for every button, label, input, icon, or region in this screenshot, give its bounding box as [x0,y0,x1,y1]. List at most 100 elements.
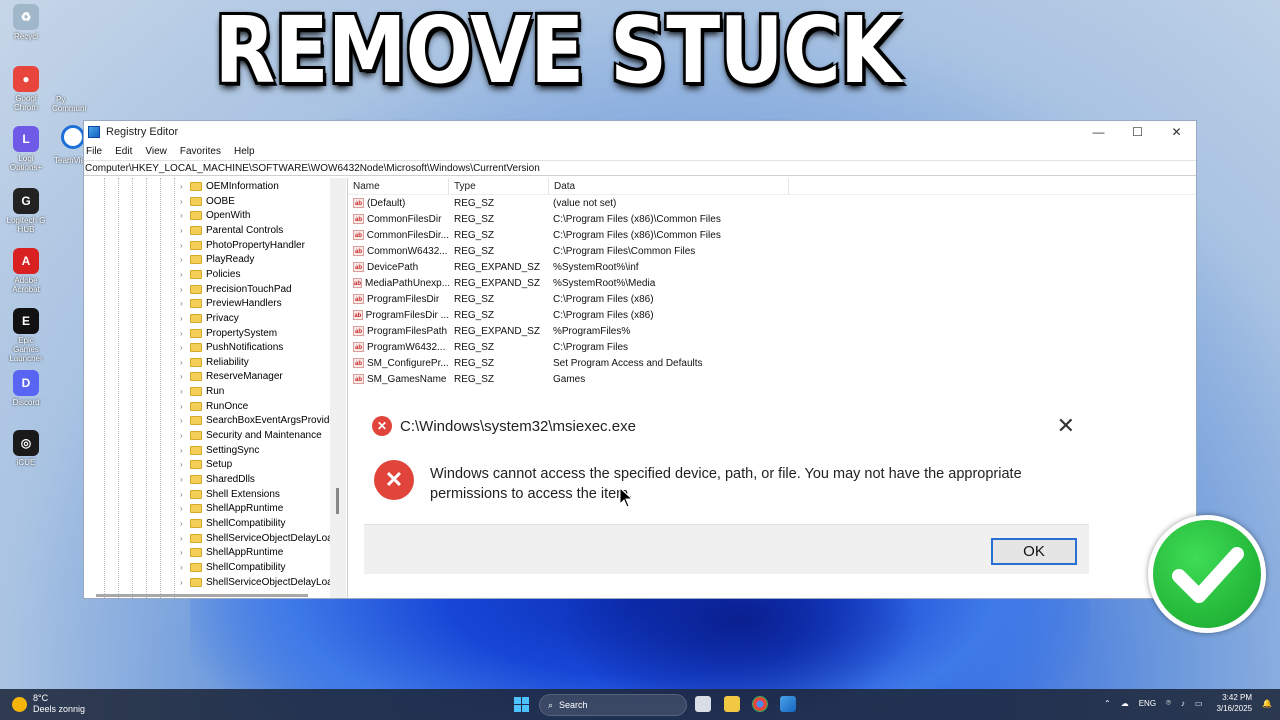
expand-chevron-icon[interactable]: › [180,299,190,308]
desktop-icon[interactable]: A Adobe Acrobat [6,248,46,294]
tree-hscrollbar[interactable] [96,594,308,597]
tree-item[interactable]: › ShellAppRuntime [180,545,283,560]
column-data[interactable]: Data [549,177,789,195]
value-row[interactable]: ab (Default) REG_SZ (value not set) [348,195,1196,211]
expand-chevron-icon[interactable]: › [180,519,190,528]
expand-chevron-icon[interactable]: › [180,182,190,191]
value-row[interactable]: ab ProgramFilesPath REG_EXPAND_SZ %ProgramF… [348,323,1196,339]
expand-chevron-icon[interactable]: › [180,446,190,455]
weather-widget[interactable]: 8°C Deels zonnig [12,693,85,715]
tree-scroll-thumb[interactable] [336,488,339,514]
ok-button[interactable]: OK [991,538,1077,565]
tree-item[interactable]: › Privacy [180,311,239,326]
menu-favorites[interactable]: Favorites [180,146,221,157]
clock[interactable]: 3:42 PM 3/16/2025 [1216,692,1252,714]
expand-chevron-icon[interactable]: › [180,343,190,352]
expand-chevron-icon[interactable]: › [180,197,190,206]
desktop-icon[interactable]: E Epic Games Launcher [6,308,46,363]
expand-chevron-icon[interactable]: › [180,548,190,557]
expand-chevron-icon[interactable]: › [180,431,190,440]
tree-item[interactable]: › Parental Controls [180,223,283,238]
tree-item[interactable]: › PreviewHandlers [180,296,282,311]
start-button[interactable] [514,697,529,712]
expand-chevron-icon[interactable]: › [180,563,190,572]
tree-item[interactable]: › ShellServiceObjectDelayLoa [180,531,333,546]
expand-chevron-icon[interactable]: › [180,241,190,250]
desktop-icon[interactable]: ◎ iCUE [6,430,46,467]
tree-item[interactable]: › OpenWith [180,208,250,223]
tree-item[interactable]: › ShellCompatibility [180,516,285,531]
column-name[interactable]: Name [348,177,449,195]
expand-chevron-icon[interactable]: › [180,534,190,543]
tree-item[interactable]: › SharedDlls [180,472,255,487]
expand-chevron-icon[interactable]: › [180,504,190,513]
tree-item[interactable]: › OOBE [180,194,235,209]
expand-chevron-icon[interactable]: › [180,314,190,323]
task-view-icon[interactable] [695,696,711,712]
tree-item[interactable]: › ReserveManager [180,369,283,384]
expand-chevron-icon[interactable]: › [180,255,190,264]
tree-item[interactable]: › Security and Maintenance [180,428,322,443]
volume-icon[interactable]: ♪ [1181,699,1185,708]
tray-overflow-icon[interactable]: ⌃ [1104,699,1111,708]
language-indicator[interactable]: ENG [1139,699,1156,708]
tree-item[interactable]: › PropertySystem [180,326,277,341]
tree-item[interactable]: › OEMInformation [180,179,279,194]
tree-item[interactable]: › Setup [180,457,232,472]
tree-item[interactable]: › Run [180,384,224,399]
tree-item[interactable]: › PushNotifications [180,340,283,355]
battery-icon[interactable]: ▭ [1195,699,1203,708]
tree-scrollbar[interactable] [330,178,346,598]
expand-chevron-icon[interactable]: › [180,475,190,484]
expand-chevron-icon[interactable]: › [180,285,190,294]
notification-icon[interactable]: 🔔 [1262,699,1272,708]
value-row[interactable]: ab CommonFilesDir... REG_SZ C:\Program File… [348,227,1196,243]
tree-item[interactable]: › Policies [180,267,240,282]
taskbar-search[interactable]: ⌕ Search [539,694,687,716]
expand-chevron-icon[interactable]: › [180,211,190,220]
chrome-taskbar-icon[interactable] [752,696,768,712]
regedit-taskbar-icon[interactable] [780,696,796,712]
value-row[interactable]: ab SM_ConfigurePr... REG_SZ Set Program Acc… [348,355,1196,371]
value-row[interactable]: ab MediaPathUnexp... REG_EXPAND_SZ %SystemR… [348,275,1196,291]
tree-item[interactable]: › SearchBoxEventArgsProvide [180,413,335,428]
tree-item[interactable]: › ShellCompatibility [180,560,285,575]
minimize-button[interactable]: — [1079,125,1118,139]
value-row[interactable]: ab ProgramW6432... REG_SZ C:\Program Files [348,339,1196,355]
expand-chevron-icon[interactable]: › [180,460,190,469]
column-type[interactable]: Type [449,177,549,195]
expand-chevron-icon[interactable]: › [180,416,190,425]
tree-item[interactable]: › SettingSync [180,443,259,458]
value-row[interactable]: ab DevicePath REG_EXPAND_SZ %SystemRoot%\in… [348,259,1196,275]
expand-chevron-icon[interactable]: › [180,387,190,396]
expand-chevron-icon[interactable]: › [180,578,190,587]
menu-view[interactable]: View [145,146,167,157]
expand-chevron-icon[interactable]: › [180,402,190,411]
desktop-icon[interactable]: D Discord [6,370,46,407]
tree-item[interactable]: › PlayReady [180,252,254,267]
value-row[interactable]: ab CommonFilesDir REG_SZ C:\Program Files (… [348,211,1196,227]
dialog-close-button[interactable]: ✕ [1057,413,1075,439]
tree-item[interactable]: › Shell Extensions [180,487,280,502]
value-row[interactable]: ab ProgramFilesDir REG_SZ C:\Program Files … [348,291,1196,307]
expand-chevron-icon[interactable]: › [180,358,190,367]
tree-item[interactable]: › PrecisionTouchPad [180,282,292,297]
tree-item[interactable]: › RunOnce [180,399,248,414]
expand-chevron-icon[interactable]: › [180,372,190,381]
menu-edit[interactable]: Edit [115,146,132,157]
tree-item[interactable]: › Reliability [180,355,249,370]
menu-file[interactable]: File [86,146,102,157]
expand-chevron-icon[interactable]: › [180,226,190,235]
onedrive-icon[interactable]: ☁ [1121,699,1129,708]
close-button[interactable]: ✕ [1157,125,1196,139]
file-explorer-icon[interactable] [724,696,740,712]
network-icon[interactable]: ⌾ [1166,698,1171,708]
tree-item[interactable]: › ShellServiceObjectDelayLoa [180,575,333,590]
value-row[interactable]: ab SM_GamesName REG_SZ Games [348,371,1196,387]
expand-chevron-icon[interactable]: › [180,270,190,279]
value-row[interactable]: ab ProgramFilesDir ... REG_SZ C:\Program Fi… [348,307,1196,323]
menu-help[interactable]: Help [234,146,255,157]
tree-item[interactable]: › ShellAppRuntime [180,501,283,516]
value-row[interactable]: ab CommonW6432... REG_SZ C:\Program Files\C… [348,243,1196,259]
expand-chevron-icon[interactable]: › [180,490,190,499]
